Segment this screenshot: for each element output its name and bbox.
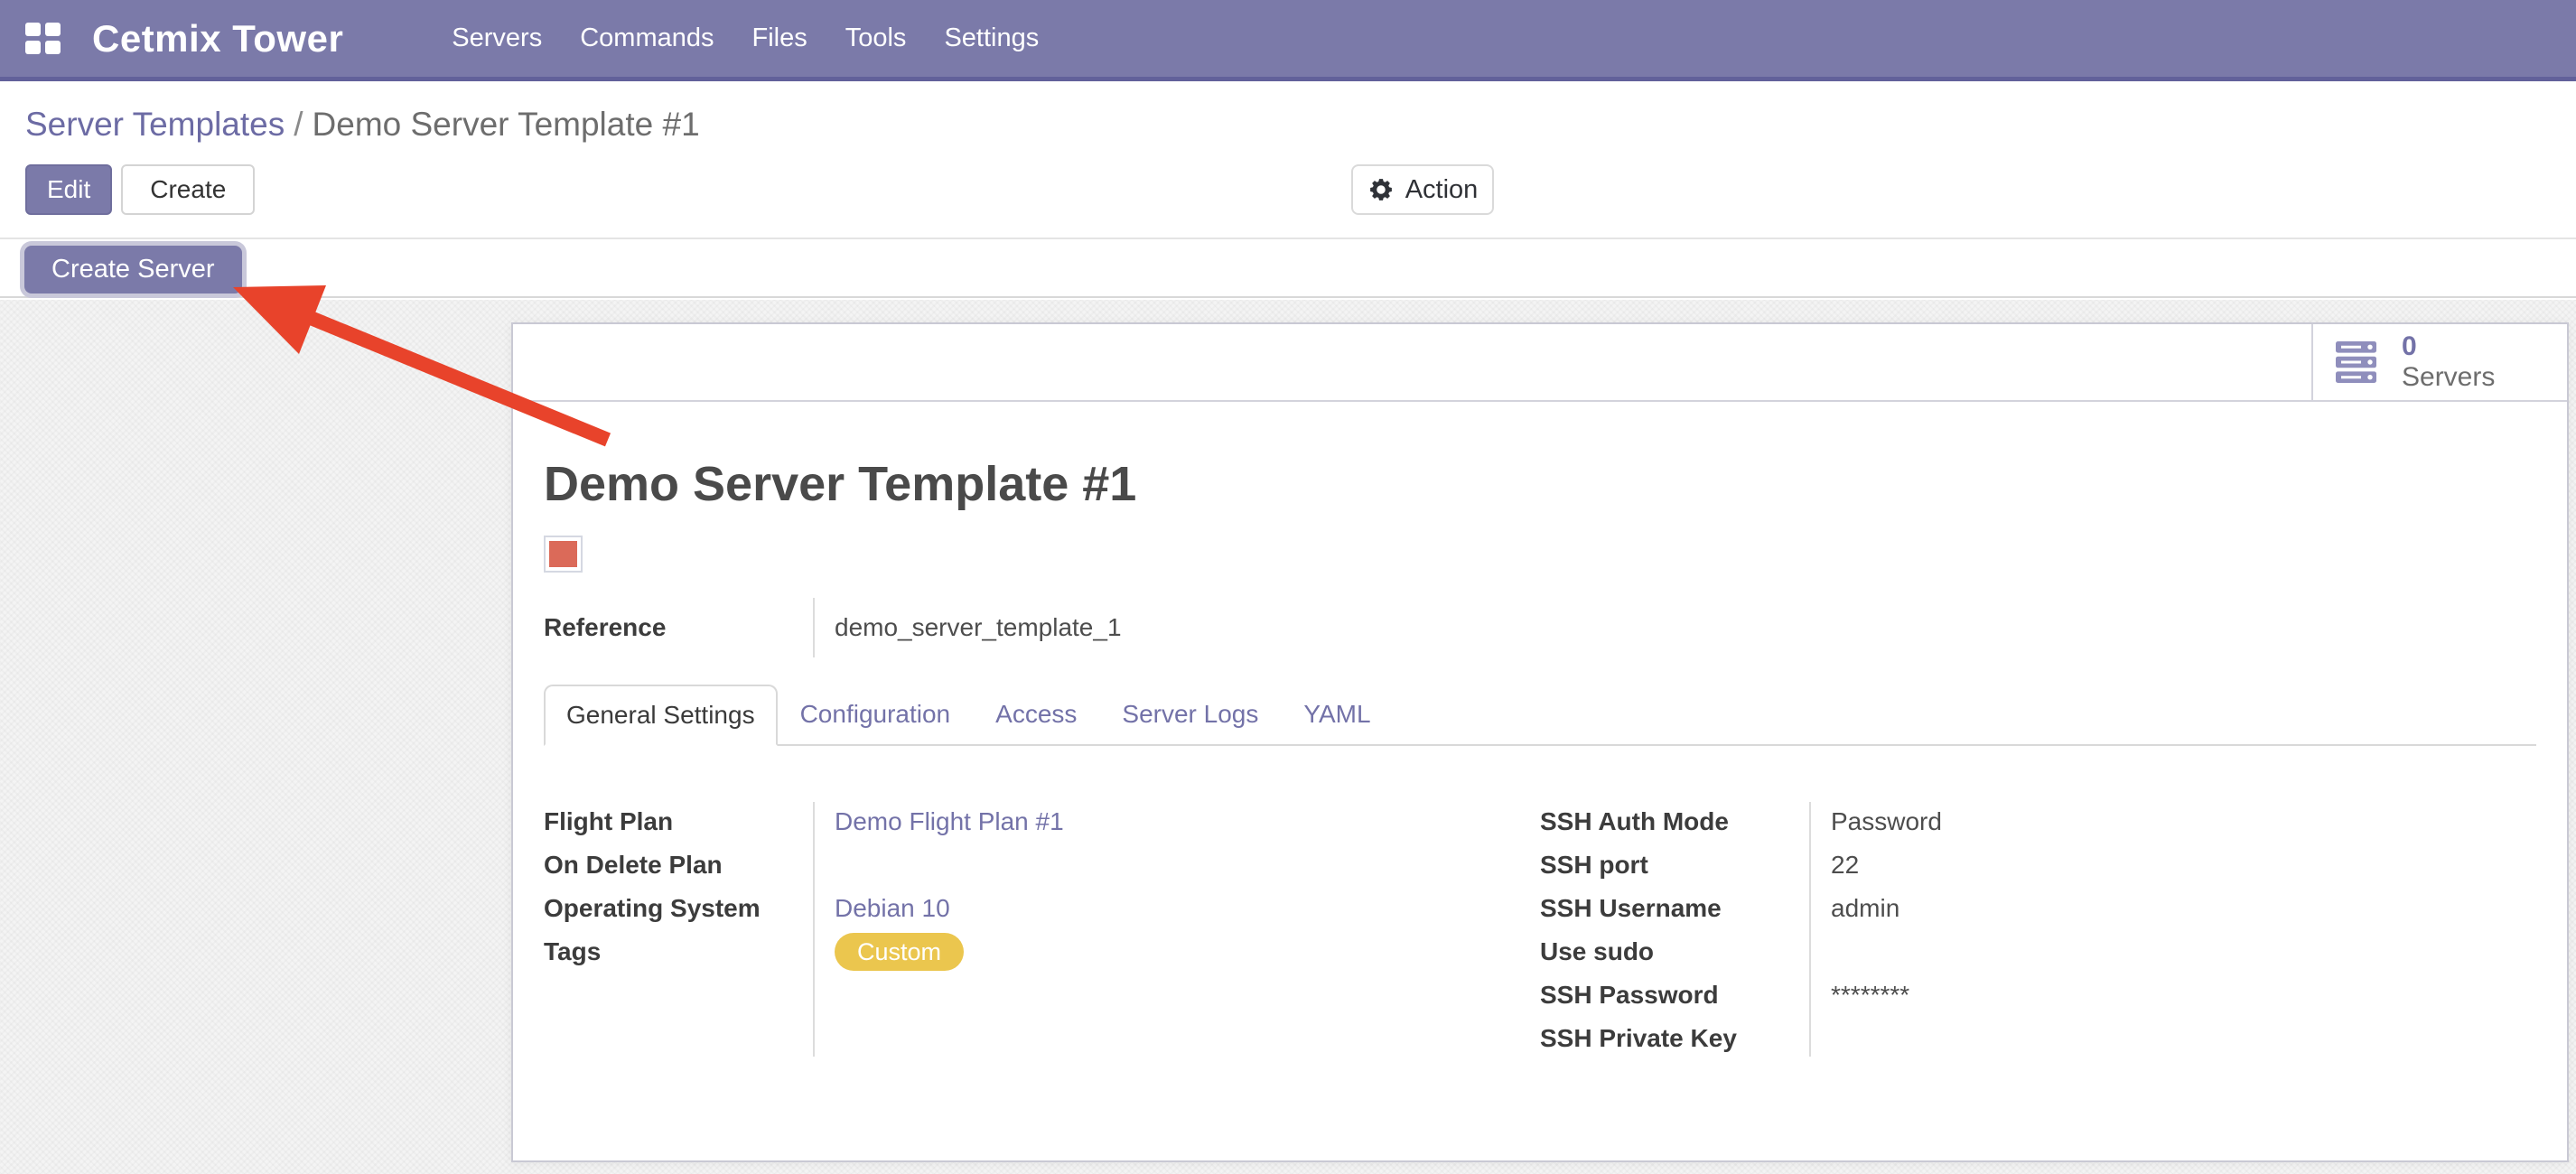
reference-field-row: Reference demo_server_template_1 xyxy=(544,598,2536,657)
tags-value: Custom xyxy=(813,930,1540,974)
flight-plan-value: Demo Flight Plan #1 xyxy=(813,800,1540,843)
reference-label: Reference xyxy=(544,598,813,657)
color-picker-swatch xyxy=(544,536,583,573)
tab-access[interactable]: Access xyxy=(973,685,1099,744)
tab-general-settings[interactable]: General Settings xyxy=(544,685,778,746)
create-server-button[interactable]: Create Server xyxy=(24,246,242,294)
record-sheet: 0 Servers Demo Server Template #1 Refere… xyxy=(511,322,2569,1162)
control-panel-buttons: Edit Create xyxy=(25,164,255,215)
reference-value: demo_server_template_1 xyxy=(813,598,2536,657)
ssh-password-label: SSH Password xyxy=(1540,974,1809,1017)
servers-stack-icon xyxy=(2335,340,2384,384)
button-box-row: 0 Servers xyxy=(513,324,2567,402)
field-groups: Flight Plan Demo Flight Plan #1 On Delet… xyxy=(544,800,2536,1071)
create-button[interactable]: Create xyxy=(121,164,255,215)
menu-tools[interactable]: Tools xyxy=(844,18,909,59)
menu-commands[interactable]: Commands xyxy=(578,18,715,59)
ssh-port-label: SSH port xyxy=(1540,843,1809,887)
breadcrumb-parent-link[interactable]: Server Templates xyxy=(25,106,285,143)
tag-custom-badge: Custom xyxy=(835,933,964,971)
app-brand[interactable]: Cetmix Tower xyxy=(92,17,343,61)
breadcrumb-separator: / xyxy=(285,106,312,143)
gear-icon xyxy=(1367,176,1395,203)
action-button-label: Action xyxy=(1405,175,1479,205)
statusbar: Create Server xyxy=(0,239,2576,298)
on-delete-plan-label: On Delete Plan xyxy=(544,843,813,887)
ssh-username-label: SSH Username xyxy=(1540,887,1809,930)
operating-system-value: Debian 10 xyxy=(813,887,1540,930)
tab-yaml[interactable]: YAML xyxy=(1281,685,1393,744)
action-menu-button[interactable]: Action xyxy=(1351,164,1494,215)
flight-plan-label: Flight Plan xyxy=(544,800,813,843)
tab-configuration[interactable]: Configuration xyxy=(778,685,974,744)
breadcrumb: Server Templates/Demo Server Template #1 xyxy=(25,106,700,144)
navbar-menu: Servers Commands Files Tools Settings xyxy=(450,18,1041,59)
on-delete-plan-value xyxy=(813,843,1540,887)
use-sudo-label: Use sudo xyxy=(1540,930,1809,974)
ssh-password-value: ******** xyxy=(1809,974,2536,1017)
menu-settings[interactable]: Settings xyxy=(942,18,1041,59)
apps-grid-icon[interactable] xyxy=(25,23,61,55)
tags-label: Tags xyxy=(544,930,813,974)
ssh-username-value: admin xyxy=(1809,887,2536,930)
use-sudo-value xyxy=(1809,930,2536,974)
ssh-port-value: 22 xyxy=(1809,843,2536,887)
tab-server-logs[interactable]: Server Logs xyxy=(1099,685,1281,744)
right-field-group: SSH Auth Mode Password SSH port 22 SSH U… xyxy=(1540,800,2536,1071)
record-title: Demo Server Template #1 xyxy=(544,456,2536,512)
notebook-tabs: General Settings Configuration Access Se… xyxy=(544,685,2536,746)
operating-system-link[interactable]: Debian 10 xyxy=(835,894,950,923)
control-panel: Server Templates/Demo Server Template #1… xyxy=(0,86,2576,238)
menu-files[interactable]: Files xyxy=(751,18,809,59)
left-field-group: Flight Plan Demo Flight Plan #1 On Delet… xyxy=(544,800,1540,1071)
ssh-auth-mode-value: Password xyxy=(1809,800,2536,843)
form-view-background: 0 Servers Demo Server Template #1 Refere… xyxy=(0,300,2576,1174)
ssh-auth-mode-label: SSH Auth Mode xyxy=(1540,800,1809,843)
menu-servers[interactable]: Servers xyxy=(450,18,544,59)
operating-system-label: Operating System xyxy=(544,887,813,930)
breadcrumb-current: Demo Server Template #1 xyxy=(313,106,700,143)
servers-count: 0 xyxy=(2402,331,2495,363)
flight-plan-link[interactable]: Demo Flight Plan #1 xyxy=(835,807,1064,836)
servers-count-label: Servers xyxy=(2402,362,2495,394)
servers-stat-button[interactable]: 0 Servers xyxy=(2311,324,2567,400)
ssh-private-key-value xyxy=(1809,1017,2536,1060)
top-navbar: Cetmix Tower Servers Commands Files Tool… xyxy=(0,0,2576,81)
edit-button[interactable]: Edit xyxy=(25,164,112,215)
ssh-private-key-label: SSH Private Key xyxy=(1540,1017,1809,1060)
color-swatch-red xyxy=(549,541,577,567)
